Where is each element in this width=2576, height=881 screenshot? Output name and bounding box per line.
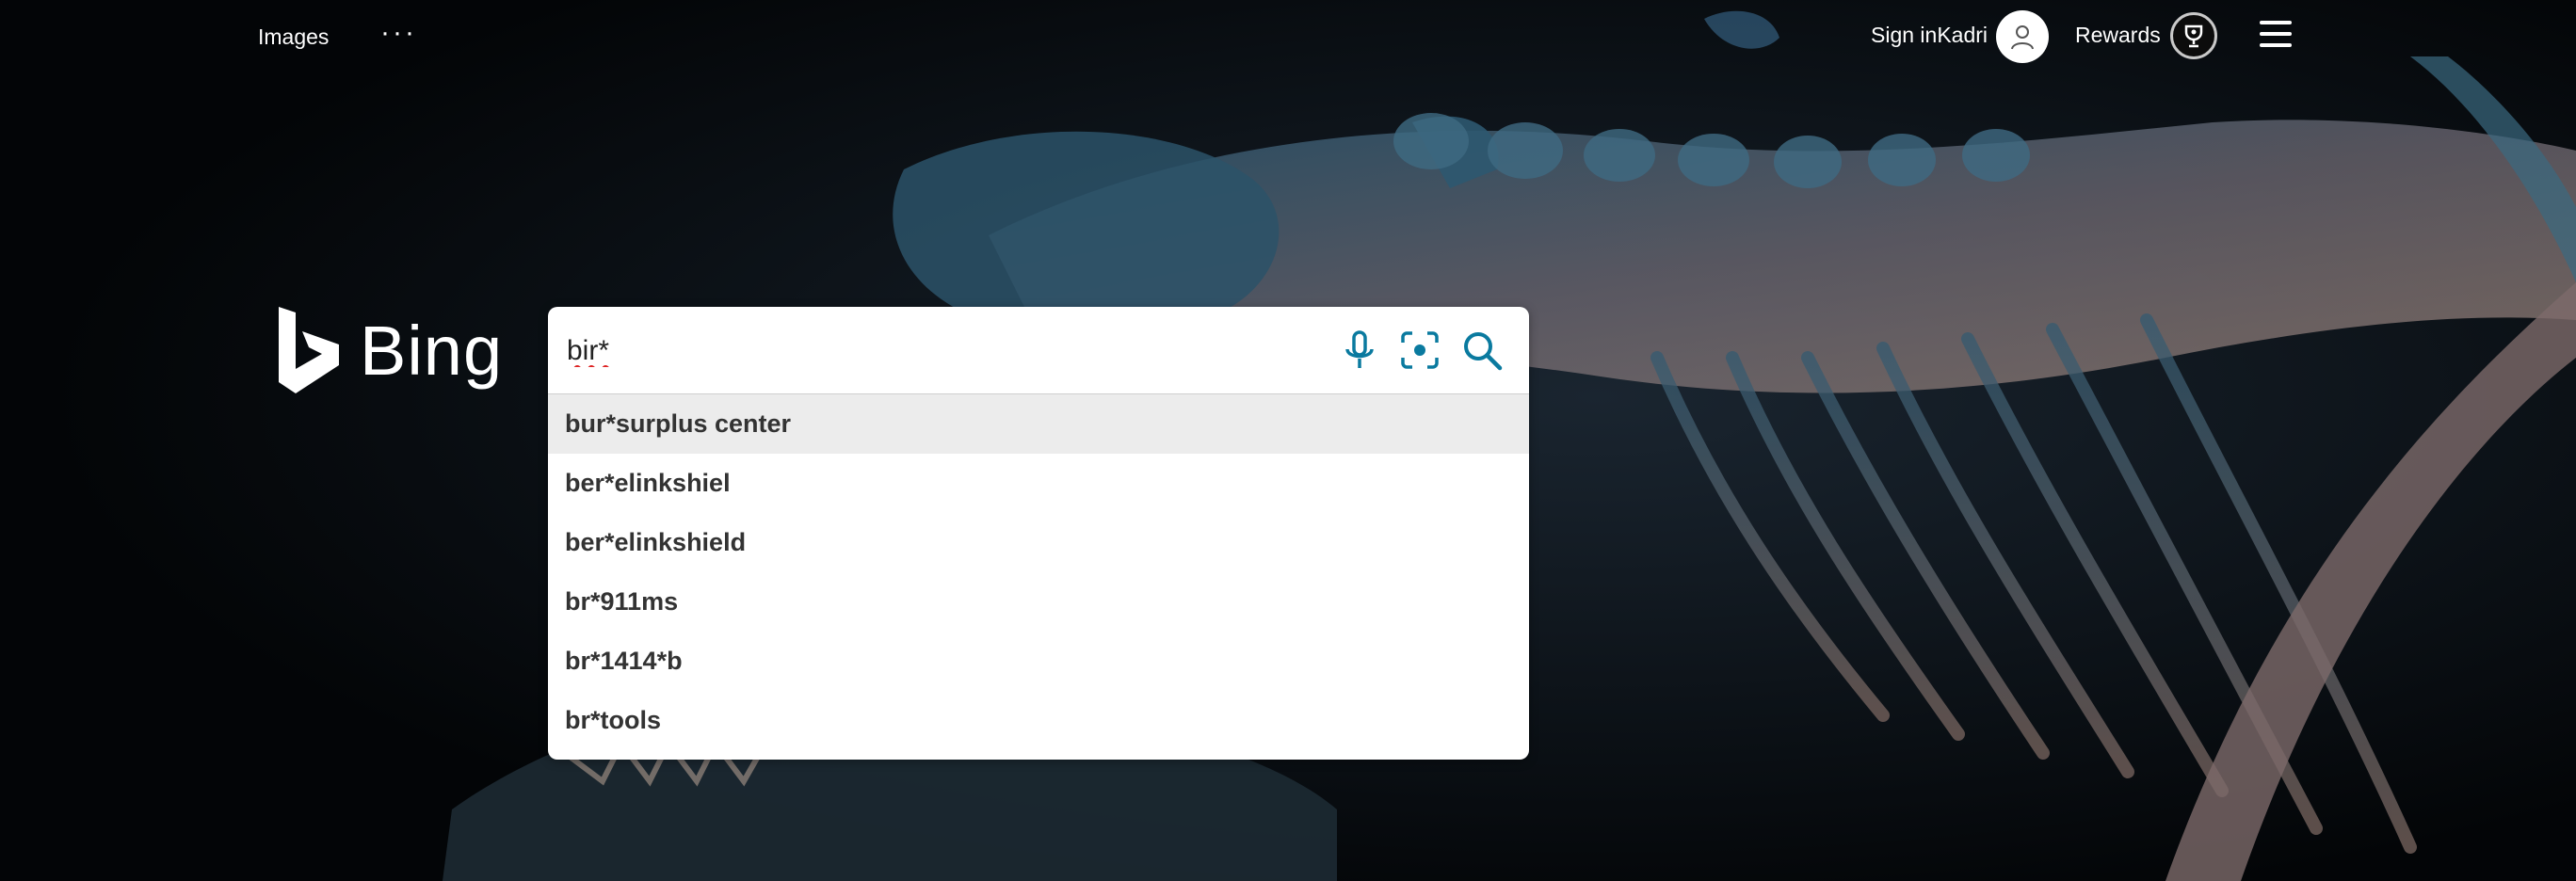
dots-icon: ···	[380, 17, 417, 48]
suggestion-item[interactable]: ber*elinkshiel	[548, 454, 1529, 513]
trophy-icon	[2184, 24, 2203, 48]
hamburger-menu-button[interactable]	[2260, 19, 2292, 51]
logo-text: Bing	[360, 311, 504, 390]
hamburger-icon	[2260, 21, 2292, 24]
search-bar	[548, 307, 1529, 394]
suggestion-item[interactable]: br*tools	[548, 691, 1529, 750]
rewards-badge-button[interactable]	[2170, 12, 2217, 59]
bing-logo-icon	[279, 307, 339, 393]
suggestion-item[interactable]: br*1414*b	[548, 632, 1529, 691]
suggestion-list: bur*surplus center ber*elinkshiel ber*el…	[548, 394, 1529, 750]
bing-logo[interactable]: Bing	[277, 303, 503, 397]
search-submit-button[interactable]	[1459, 328, 1505, 373]
search-icon	[1464, 332, 1503, 371]
sign-in-link[interactable]: Sign inKadri	[1871, 23, 1988, 48]
search-input[interactable]	[565, 329, 1303, 373]
nav-images-link[interactable]: Images	[258, 24, 329, 50]
suggestion-item[interactable]: bur*surplus center	[548, 394, 1529, 454]
voice-search-button[interactable]	[1337, 328, 1382, 373]
user-icon	[2011, 25, 2034, 50]
search-box: bur*surplus center ber*elinkshiel ber*el…	[548, 307, 1529, 760]
suggestion-item[interactable]: ber*elinkshield	[548, 513, 1529, 572]
suggestion-item[interactable]: br*911ms	[548, 572, 1529, 632]
visual-search-icon	[1401, 331, 1439, 369]
mic-icon	[1345, 330, 1374, 368]
more-menu-button[interactable]: ···	[380, 19, 417, 47]
avatar-button[interactable]	[1996, 10, 2049, 63]
visual-search-button[interactable]	[1397, 328, 1442, 373]
rewards-link[interactable]: Rewards	[2075, 23, 2161, 48]
